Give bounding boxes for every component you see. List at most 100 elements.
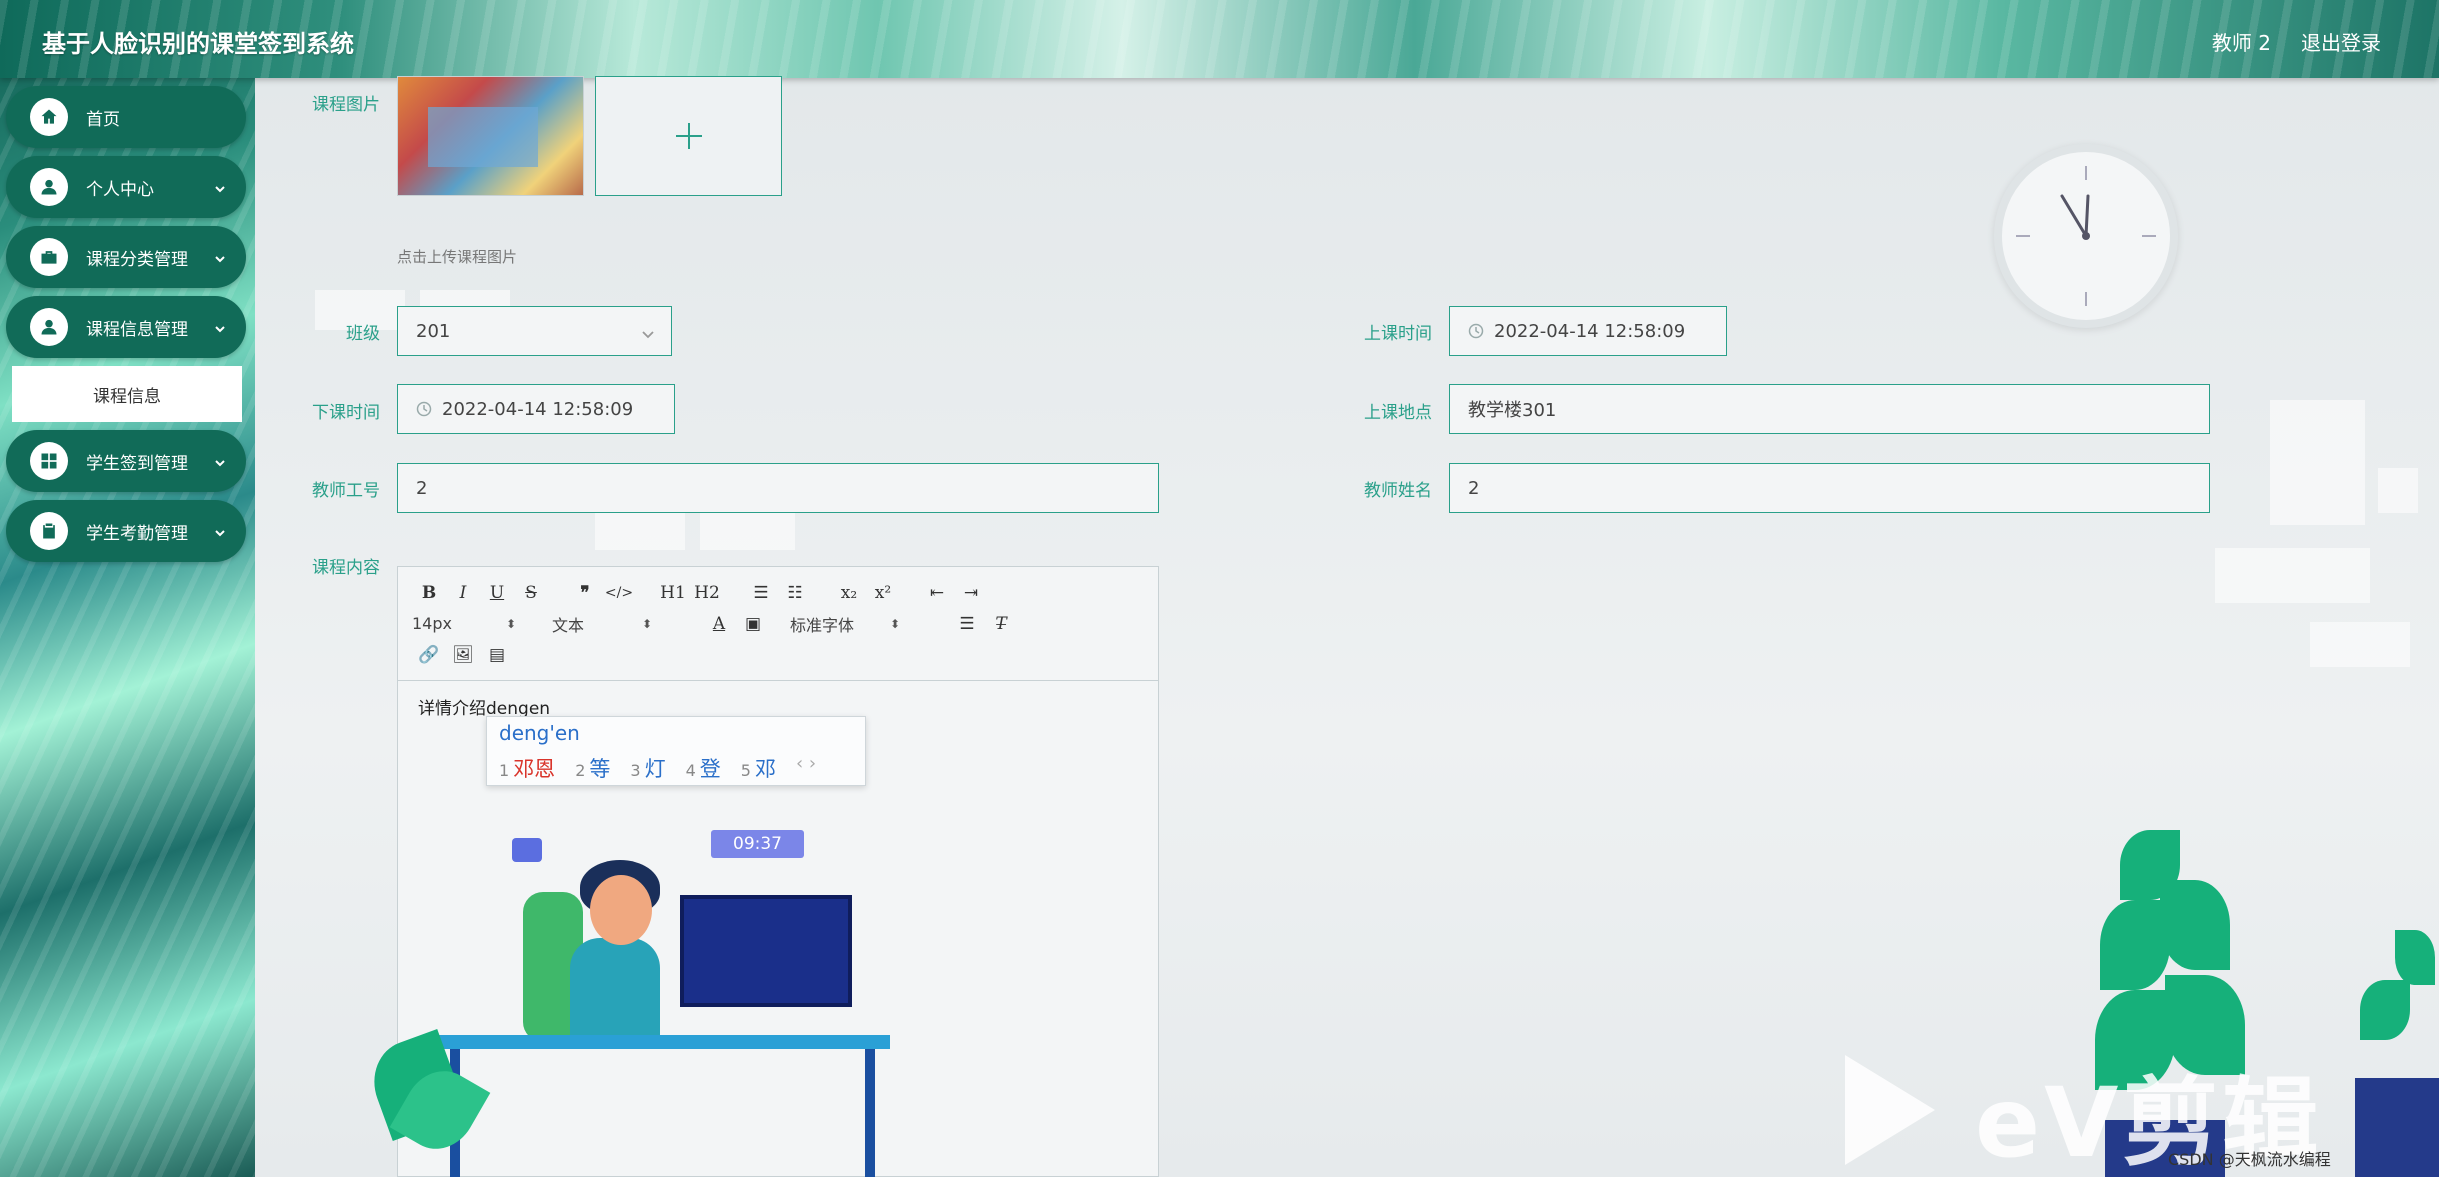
clipboard-icon <box>30 512 68 550</box>
background-decoration <box>700 510 795 550</box>
select-arrow-icon: ⬍ <box>642 616 653 631</box>
bold-button[interactable]: B <box>412 583 446 603</box>
bullet-list-icon[interactable]: ☷ <box>778 583 812 603</box>
ev-play-icon <box>1845 1055 1935 1165</box>
location-label: 上课地点 <box>1364 403 1432 423</box>
class-label: 班级 <box>346 324 380 344</box>
background-color-icon[interactable]: ▣ <box>736 614 770 634</box>
clock-icon <box>416 401 432 417</box>
end-time-label: 下课时间 <box>312 403 380 423</box>
align-icon[interactable]: ☰ <box>950 614 984 634</box>
sidebar-nav: 首页 个人中心 课程分类管理 课程信息管理 课程信息 学生签到管理 学生考勤管理 <box>6 86 246 570</box>
class-select[interactable]: 201 <box>397 306 672 356</box>
font-size-select[interactable]: 14px ⬍ <box>412 614 552 633</box>
font-size-value: 14px <box>412 614 452 633</box>
editor-toolbar: B I U S ❞ </> H1 H2 ☰ ☷ x₂ x² ⇤ ⇥ 14px ⬍… <box>398 567 1158 681</box>
class-value: 201 <box>416 320 451 342</box>
ime-page-arrows-icon[interactable]: ‹ › <box>796 753 816 783</box>
current-user-label[interactable]: 教师 2 <box>2212 27 2271 56</box>
start-time-value: 2022-04-14 12:58:09 <box>1494 320 1686 342</box>
plant-illustration <box>2160 880 2230 970</box>
person-illustration <box>570 938 660 1048</box>
plant-illustration <box>2360 980 2410 1040</box>
teacher-name-input[interactable]: 2 <box>1449 463 2210 513</box>
underline-button[interactable]: U <box>480 583 514 603</box>
format-select[interactable]: 文本 ⬍ <box>552 612 702 636</box>
course-image-label: 课程图片 <box>312 95 380 115</box>
user-icon <box>30 308 68 346</box>
ime-candidate[interactable]: 1 邓恩 <box>499 753 555 783</box>
user-icon <box>30 168 68 206</box>
home-icon <box>30 98 68 136</box>
outdent-icon[interactable]: ⇤ <box>920 583 954 603</box>
image-icon[interactable]: 🖼 <box>446 645 480 665</box>
csdn-watermark: CSDN @天枫流水编程 <box>2168 1150 2331 1169</box>
course-content-label: 课程内容 <box>312 558 380 578</box>
sidebar-subitem-course-info[interactable]: 课程信息 <box>12 366 242 422</box>
end-time-picker[interactable]: 2022-04-14 12:58:09 <box>397 384 675 434</box>
desk-illustration <box>430 1035 890 1049</box>
sidebar-item-student-signin[interactable]: 学生签到管理 <box>6 430 246 492</box>
ordered-list-icon[interactable]: ☰ <box>744 583 778 603</box>
strikethrough-button[interactable]: S <box>514 583 548 603</box>
code-block-icon[interactable]: </> <box>602 585 636 601</box>
plus-icon <box>675 123 702 149</box>
course-image-thumbnail[interactable] <box>397 76 584 196</box>
location-input[interactable]: 教学楼301 <box>1449 384 2210 434</box>
plant-illustration <box>2120 830 2180 900</box>
select-arrow-icon: ⬍ <box>505 616 517 631</box>
ime-candidate[interactable]: 2等 <box>575 753 610 783</box>
chevron-down-icon <box>641 325 655 339</box>
location-value: 教学楼301 <box>1468 400 1557 421</box>
ime-candidate[interactable]: 5邓 <box>741 753 776 783</box>
teacher-name-value: 2 <box>1468 477 1480 499</box>
background-decoration <box>2310 622 2410 667</box>
desk-leg <box>865 1049 875 1177</box>
subscript-button[interactable]: x₂ <box>832 583 866 603</box>
indent-icon[interactable]: ⇥ <box>954 583 988 603</box>
monitor-illustration <box>680 895 852 1007</box>
ime-candidate-list: 1 邓恩 2等 3灯 4登 5邓 ‹ › <box>499 753 816 783</box>
end-time-value: 2022-04-14 12:58:09 <box>442 398 634 420</box>
sidebar-item-course-info[interactable]: 课程信息管理 <box>6 296 246 358</box>
teacher-id-input[interactable]: 2 <box>397 463 1159 513</box>
ime-candidate[interactable]: 3灯 <box>630 753 665 783</box>
chevron-down-icon <box>214 454 226 467</box>
person-head <box>590 875 652 945</box>
ime-composition: deng'en <box>499 721 580 745</box>
link-icon[interactable]: 🔗 <box>412 645 446 665</box>
teacher-id-value: 2 <box>416 477 428 499</box>
font-family-select[interactable]: 标准字体 ⬍ <box>790 612 950 636</box>
italic-button[interactable]: I <box>446 583 480 603</box>
clear-format-icon[interactable]: T̶ <box>984 614 1018 634</box>
heading-2-button[interactable]: H2 <box>690 583 724 603</box>
start-time-picker[interactable]: 2022-04-14 12:58:09 <box>1449 306 1727 356</box>
sidebar-item-course-category[interactable]: 课程分类管理 <box>6 226 246 288</box>
sidebar-item-home[interactable]: 首页 <box>6 86 246 148</box>
start-time-label: 上课时间 <box>1364 324 1432 344</box>
ime-candidate[interactable]: 4登 <box>686 753 721 783</box>
chevron-down-icon <box>214 524 226 537</box>
sidebar-item-student-attendance[interactable]: 学生考勤管理 <box>6 500 246 562</box>
app-title: 基于人脸识别的课堂签到系统 <box>42 30 354 58</box>
font-color-icon[interactable]: A <box>702 614 736 634</box>
sidebar-item-label: 课程分类管理 <box>86 249 188 270</box>
briefcase-icon <box>30 238 68 276</box>
background-decoration <box>2378 468 2418 513</box>
app-header: 基于人脸识别的课堂签到系统 教师 2 退出登录 <box>0 0 2439 78</box>
upload-image-button[interactable] <box>595 76 782 196</box>
header-user-area: 教师 2 退出登录 <box>2212 27 2381 56</box>
superscript-button[interactable]: x² <box>866 583 900 603</box>
sidebar-item-label: 首页 <box>86 109 120 130</box>
teacher-name-label: 教师姓名 <box>1364 481 1432 501</box>
sidebar-item-label: 学生签到管理 <box>86 453 188 474</box>
teacher-id-label: 教师工号 <box>312 481 380 501</box>
video-icon[interactable]: ▤ <box>480 645 514 665</box>
sidebar-item-personal-center[interactable]: 个人中心 <box>6 156 246 218</box>
background-decoration <box>2270 400 2365 525</box>
sidebar-item-label: 个人中心 <box>86 179 154 200</box>
logout-button[interactable]: 退出登录 <box>2301 27 2381 56</box>
blockquote-icon[interactable]: ❞ <box>568 583 602 603</box>
heading-1-button[interactable]: H1 <box>656 583 690 603</box>
workspace-illustration <box>255 820 955 1177</box>
